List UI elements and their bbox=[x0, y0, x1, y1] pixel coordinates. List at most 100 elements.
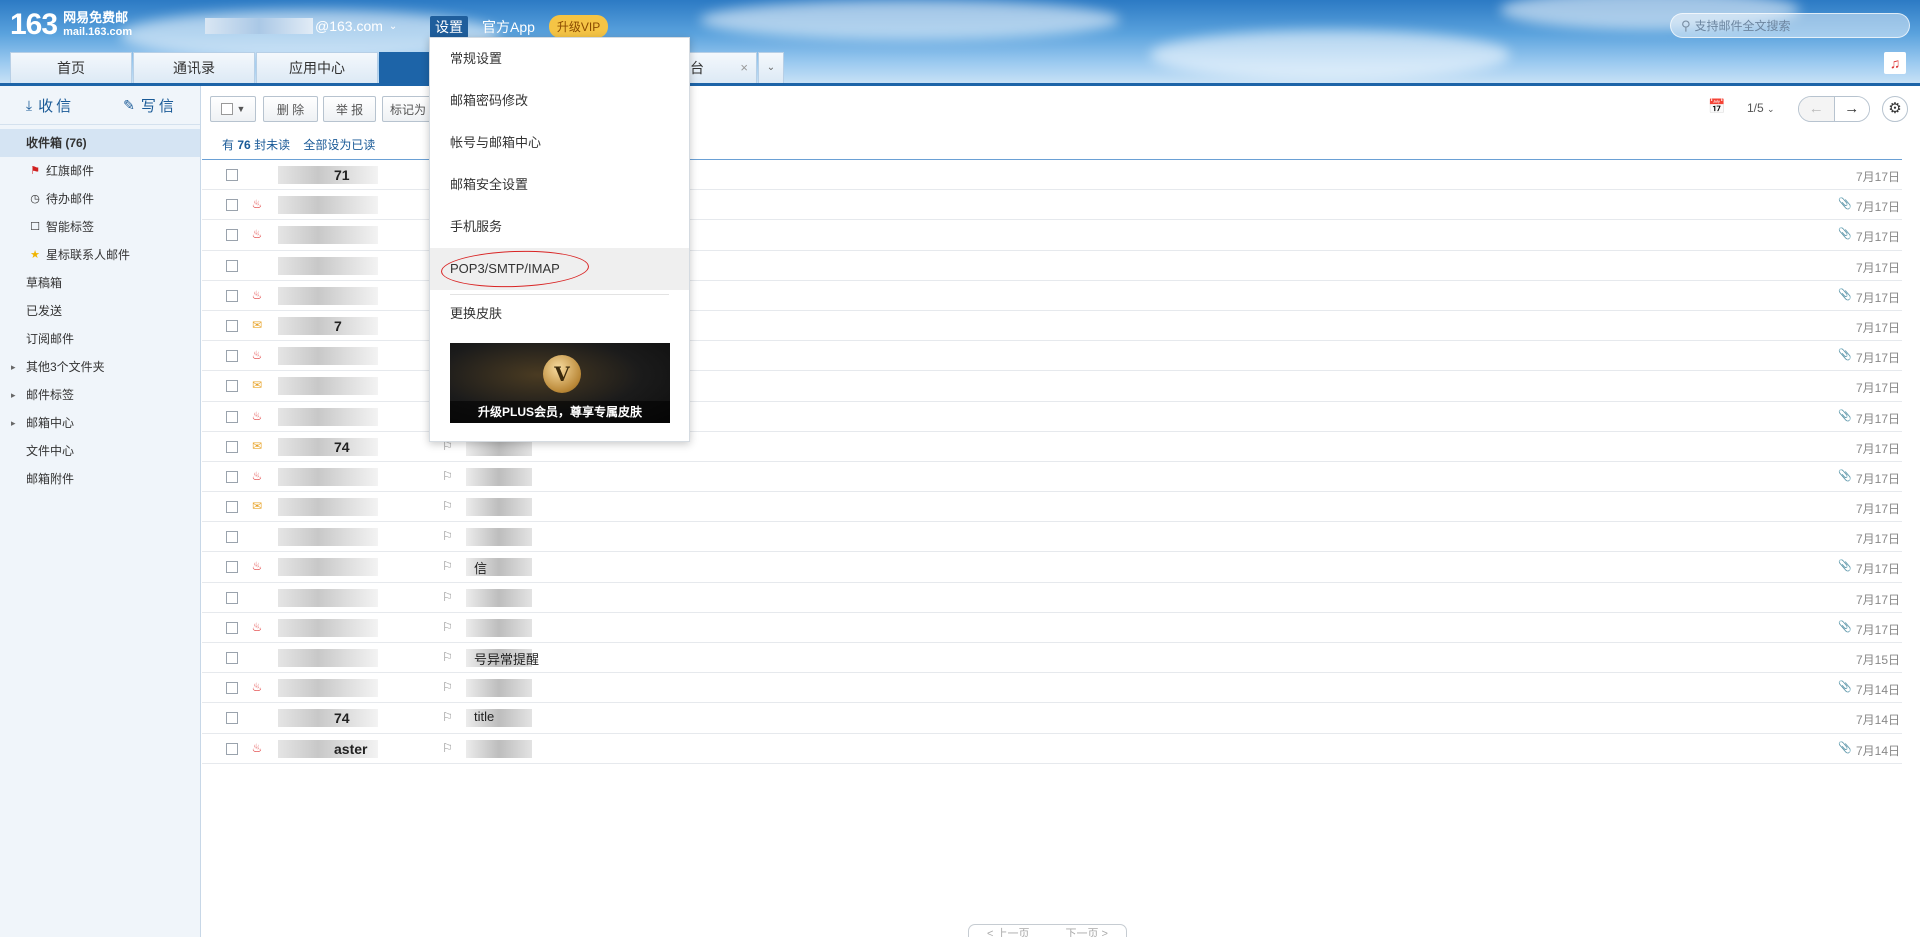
menu-item-mobile-service[interactable]: 手机服务 bbox=[430, 206, 689, 248]
tab-home[interactable]: 首页 bbox=[10, 52, 132, 84]
row-checkbox[interactable] bbox=[226, 319, 238, 332]
sender-redacted bbox=[278, 498, 378, 517]
flag-icon[interactable]: ⚐ bbox=[442, 529, 453, 543]
flag-icon[interactable]: ⚐ bbox=[442, 590, 453, 604]
flag-icon[interactable]: ⚐ bbox=[442, 499, 453, 513]
row-checkbox[interactable] bbox=[226, 380, 238, 393]
music-icon[interactable]: ♫ bbox=[1884, 52, 1906, 74]
sidebar-item-starred-contacts[interactable]: ★ 星标联系人邮件 bbox=[0, 241, 200, 269]
flag-icon[interactable]: ⚐ bbox=[442, 620, 453, 634]
gear-icon[interactable]: ⚙ bbox=[1882, 96, 1908, 122]
close-icon[interactable]: × bbox=[740, 53, 748, 83]
sidebar-item-file-center[interactable]: 文件中心 bbox=[0, 437, 200, 465]
table-row[interactable]: ⚐ 号异常提醒 7月15日 bbox=[202, 643, 1902, 674]
row-checkbox[interactable] bbox=[226, 561, 238, 574]
vip-badge-icon: V bbox=[543, 355, 581, 393]
date-label: 7月17日 bbox=[1855, 562, 1900, 577]
row-checkbox[interactable] bbox=[226, 531, 238, 544]
row-checkbox[interactable] bbox=[226, 591, 238, 604]
bottom-next-page[interactable]: 下一页 > bbox=[1047, 925, 1125, 937]
flag-icon[interactable]: ⚐ bbox=[442, 741, 453, 755]
flag-icon[interactable]: ⚐ bbox=[442, 469, 453, 483]
flag-icon[interactable]: ⚐ bbox=[442, 650, 453, 664]
flag-icon[interactable]: ⚐ bbox=[442, 710, 453, 724]
menu-item-pop3-smtp-imap[interactable]: POP3/SMTP/IMAP bbox=[430, 248, 689, 290]
sidebar-item-subscriptions[interactable]: 订阅邮件 bbox=[0, 325, 200, 353]
row-checkbox[interactable] bbox=[226, 621, 238, 634]
menu-item-general-settings[interactable]: 常规设置 bbox=[430, 38, 689, 80]
table-row[interactable]: ⚐ 7月17日 bbox=[202, 522, 1902, 553]
upgrade-vip-button[interactable]: 升级VIP bbox=[548, 15, 609, 38]
flag-icon[interactable]: ⚐ bbox=[442, 559, 453, 573]
unread-suffix[interactable]: 封未读 bbox=[254, 138, 290, 152]
calendar-icon[interactable]: 📅 bbox=[1708, 98, 1725, 115]
sidebar-item-other-folders[interactable]: ▸ 其他3个文件夹 bbox=[0, 353, 200, 381]
table-row[interactable]: ♨ aster ⚐ 📎 7月14日 bbox=[202, 734, 1902, 764]
table-row[interactable]: ♨ ⚐ 📎 7月14日 bbox=[202, 673, 1902, 704]
tabs-more-button[interactable]: ⌄ bbox=[758, 52, 784, 84]
prev-page-button[interactable]: ← bbox=[1799, 97, 1835, 121]
table-row[interactable]: ⚐ 7月17日 bbox=[202, 583, 1902, 613]
star-icon: ★ bbox=[30, 249, 40, 261]
mail-logo[interactable]: 163 网易免费邮 mail.163.com bbox=[10, 10, 132, 40]
mark-all-read-link[interactable]: 全部设为已读 bbox=[303, 138, 375, 152]
sidebar-item-sent[interactable]: 已发送 bbox=[0, 297, 200, 325]
row-checkbox[interactable] bbox=[226, 410, 238, 423]
date-label: 7月17日 bbox=[1855, 290, 1900, 305]
settings-button[interactable]: 设置 bbox=[430, 15, 468, 38]
sidebar-item-mailbox-center[interactable]: ▸ 邮箱中心 bbox=[0, 409, 200, 437]
tab-contacts[interactable]: 通讯录 bbox=[133, 52, 255, 84]
row-checkbox[interactable] bbox=[226, 350, 238, 363]
plus-skin-banner[interactable]: V 升级PLUS会员，尊享专属皮肤 bbox=[450, 343, 670, 423]
row-checkbox[interactable] bbox=[226, 440, 238, 453]
row-checkbox[interactable] bbox=[226, 682, 238, 695]
menu-item-change-password[interactable]: 邮箱密码修改 bbox=[430, 80, 689, 122]
select-all-dropdown[interactable]: ▼ bbox=[210, 96, 256, 122]
row-checkbox[interactable] bbox=[226, 712, 238, 725]
sidebar-item-inbox[interactable]: 收件箱 (76) bbox=[0, 129, 200, 157]
tab-app-center[interactable]: 应用中心 bbox=[256, 52, 378, 84]
row-checkbox[interactable] bbox=[226, 199, 238, 212]
select-all-checkbox[interactable] bbox=[220, 103, 233, 115]
compose-button[interactable]: ✎ 写信 bbox=[100, 86, 200, 124]
account-switcher[interactable]: @163.com ⌄ bbox=[205, 16, 397, 36]
search-input[interactable]: ⚲ 支持邮件全文搜索 bbox=[1670, 13, 1910, 38]
pencil-icon: ✎ bbox=[123, 96, 135, 113]
menu-item-account-center[interactable]: 帐号与邮箱中心 bbox=[430, 122, 689, 164]
tab-extra[interactable]: 台 × bbox=[683, 52, 757, 84]
sidebar-item-label: 草稿箱 bbox=[26, 276, 63, 290]
bottom-prev-page[interactable]: < 上一页 bbox=[969, 925, 1047, 937]
menu-item-change-skin[interactable]: 更换皮肤 bbox=[430, 299, 689, 329]
table-row[interactable]: ✉ ⚐ 7月17日 bbox=[202, 492, 1902, 523]
table-row[interactable]: ♨ ⚐ 📎7月17日 bbox=[202, 613, 1902, 643]
official-app-link[interactable]: 官方App bbox=[482, 17, 535, 37]
sidebar-item-red-flag[interactable]: ⚑ 红旗邮件 bbox=[0, 157, 200, 185]
receive-button[interactable]: ⤓ 收信 bbox=[0, 86, 100, 124]
table-row[interactable]: ♨ ⚐ 📎7月17日 bbox=[202, 462, 1902, 493]
row-checkbox[interactable] bbox=[226, 169, 238, 181]
menu-item-security-settings[interactable]: 邮箱安全设置 bbox=[430, 164, 689, 206]
row-checkbox[interactable] bbox=[226, 742, 238, 755]
date-label: 7月17日 bbox=[1855, 351, 1900, 366]
red-letter-icon: ♨ bbox=[251, 408, 263, 423]
row-checkbox[interactable] bbox=[226, 652, 238, 664]
bottom-pager: < 上一页 下一页 > bbox=[968, 924, 1127, 937]
row-checkbox[interactable] bbox=[226, 501, 238, 514]
mark-as-button[interactable]: 标记为 bbox=[382, 96, 434, 122]
flag-icon[interactable]: ⚐ bbox=[442, 680, 453, 694]
row-checkbox[interactable] bbox=[226, 289, 238, 302]
sidebar-item-attachments[interactable]: 邮箱附件 bbox=[0, 465, 200, 493]
table-row[interactable]: 74 ⚐ title 7月14日 bbox=[202, 703, 1902, 734]
row-checkbox[interactable] bbox=[226, 229, 238, 242]
page-indicator[interactable]: 1/5 ⌄ bbox=[1747, 101, 1775, 115]
sidebar-item-todo[interactable]: ◷ 待办邮件 bbox=[0, 185, 200, 213]
row-checkbox[interactable] bbox=[226, 259, 238, 272]
row-checkbox[interactable] bbox=[226, 470, 238, 483]
next-page-button[interactable]: → bbox=[1834, 97, 1869, 121]
sidebar-item-mail-tags[interactable]: ▸ 邮件标签 bbox=[0, 381, 200, 409]
delete-button[interactable]: 删 除 bbox=[263, 96, 318, 122]
sidebar-item-smart-tags[interactable]: ☐ 智能标签 bbox=[0, 213, 200, 241]
sidebar-item-drafts[interactable]: 草稿箱 bbox=[0, 269, 200, 297]
report-button[interactable]: 举 报 bbox=[323, 96, 376, 122]
table-row[interactable]: ♨ ⚐ 信 📎 7月17日 bbox=[202, 552, 1902, 583]
